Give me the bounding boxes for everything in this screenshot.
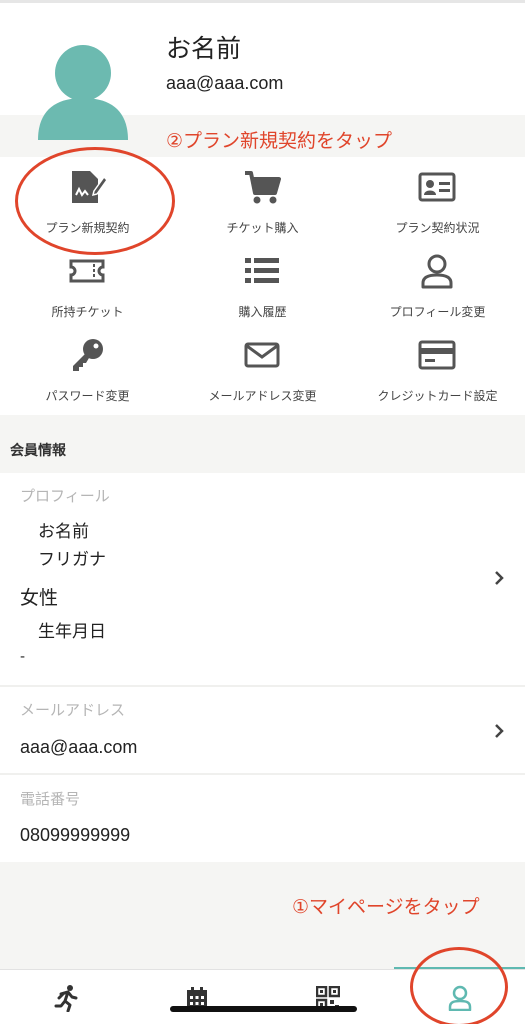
phone-value: 08099999999: [20, 825, 131, 845]
email-label: メールアドレス: [20, 701, 126, 719]
profile-card[interactable]: プロフィール お名前 フリガナ 女性 生年月日 -: [0, 473, 525, 685]
user-icon: [417, 253, 457, 289]
menu-item-owned-tickets[interactable]: 所持チケット: [0, 241, 175, 325]
profile-label: プロフィール: [20, 487, 110, 505]
menu-label: パスワード変更: [45, 389, 130, 403]
menu-item-purchase-history[interactable]: 購入履歴: [175, 241, 350, 325]
menu-grid: プラン新規契約 チケット購入 プラン契約状況 所持チケット 購入履歴 プロフィー…: [0, 157, 525, 415]
menu-label: プロフィール変更: [389, 305, 486, 319]
menu-label: チケット購入: [226, 221, 299, 235]
chevron-right-icon: [495, 571, 504, 585]
tab-calendar[interactable]: [131, 970, 262, 1024]
id-card-icon: [417, 169, 457, 205]
list-icon: [242, 253, 282, 289]
phone-label: 電話番号: [20, 790, 81, 808]
menu-label: メールアドレス変更: [208, 389, 317, 403]
home-indicator[interactable]: [170, 1006, 357, 1012]
email-value: aaa@aaa.com: [20, 737, 138, 757]
menu-label: クレジットカード設定: [377, 389, 498, 403]
menu-item-credit-card[interactable]: クレジットカード設定: [350, 325, 525, 409]
key-icon: [67, 337, 107, 373]
envelope-icon: [242, 337, 282, 373]
menu-item-plan-status[interactable]: プラン契約状況: [350, 157, 525, 241]
profile-birthday-value: -: [20, 649, 26, 665]
section-header-bg: [0, 415, 525, 473]
user-name: お名前: [166, 34, 242, 63]
shopping-cart-icon: [242, 169, 282, 205]
profile-name: お名前: [38, 522, 89, 542]
annotation-step1: ①マイページをタップ: [292, 896, 480, 918]
menu-item-profile-edit[interactable]: プロフィール変更: [350, 241, 525, 325]
section-title-member-info: 会員情報: [10, 443, 66, 459]
credit-card-icon: [417, 337, 457, 373]
user-icon: [448, 985, 471, 1011]
running-person-icon: [54, 984, 77, 1012]
avatar: [38, 40, 128, 140]
profile-gender: 女性: [20, 587, 59, 609]
annotation-step2: ②プラン新規契約をタップ: [166, 130, 393, 152]
menu-label: 購入履歴: [238, 305, 287, 319]
menu-item-ticket-purchase[interactable]: チケット購入: [175, 157, 350, 241]
profile-kana: フリガナ: [38, 550, 106, 570]
tab-qr[interactable]: [262, 970, 393, 1024]
menu-label: プラン新規契約: [45, 221, 130, 235]
menu-item-password-change[interactable]: パスワード変更: [0, 325, 175, 409]
profile-birthday-label: 生年月日: [38, 622, 106, 642]
tab-mypage[interactable]: [394, 970, 525, 1024]
menu-label: プラン契約状況: [395, 221, 480, 235]
email-card[interactable]: メールアドレス aaa@aaa.com: [0, 687, 525, 773]
contract-sign-icon: [67, 169, 107, 205]
ticket-icon: [67, 253, 107, 289]
tab-activity[interactable]: [0, 970, 131, 1024]
avatar-icon: [38, 45, 128, 140]
phone-card: 電話番号 08099999999: [0, 775, 525, 862]
menu-label: 所持チケット: [51, 305, 124, 319]
menu-item-email-change[interactable]: メールアドレス変更: [175, 325, 350, 409]
chevron-right-icon: [495, 724, 504, 738]
menu-item-new-contract[interactable]: プラン新規契約: [0, 157, 175, 241]
user-email: aaa@aaa.com: [166, 73, 284, 93]
tab-bar: [0, 969, 525, 1024]
